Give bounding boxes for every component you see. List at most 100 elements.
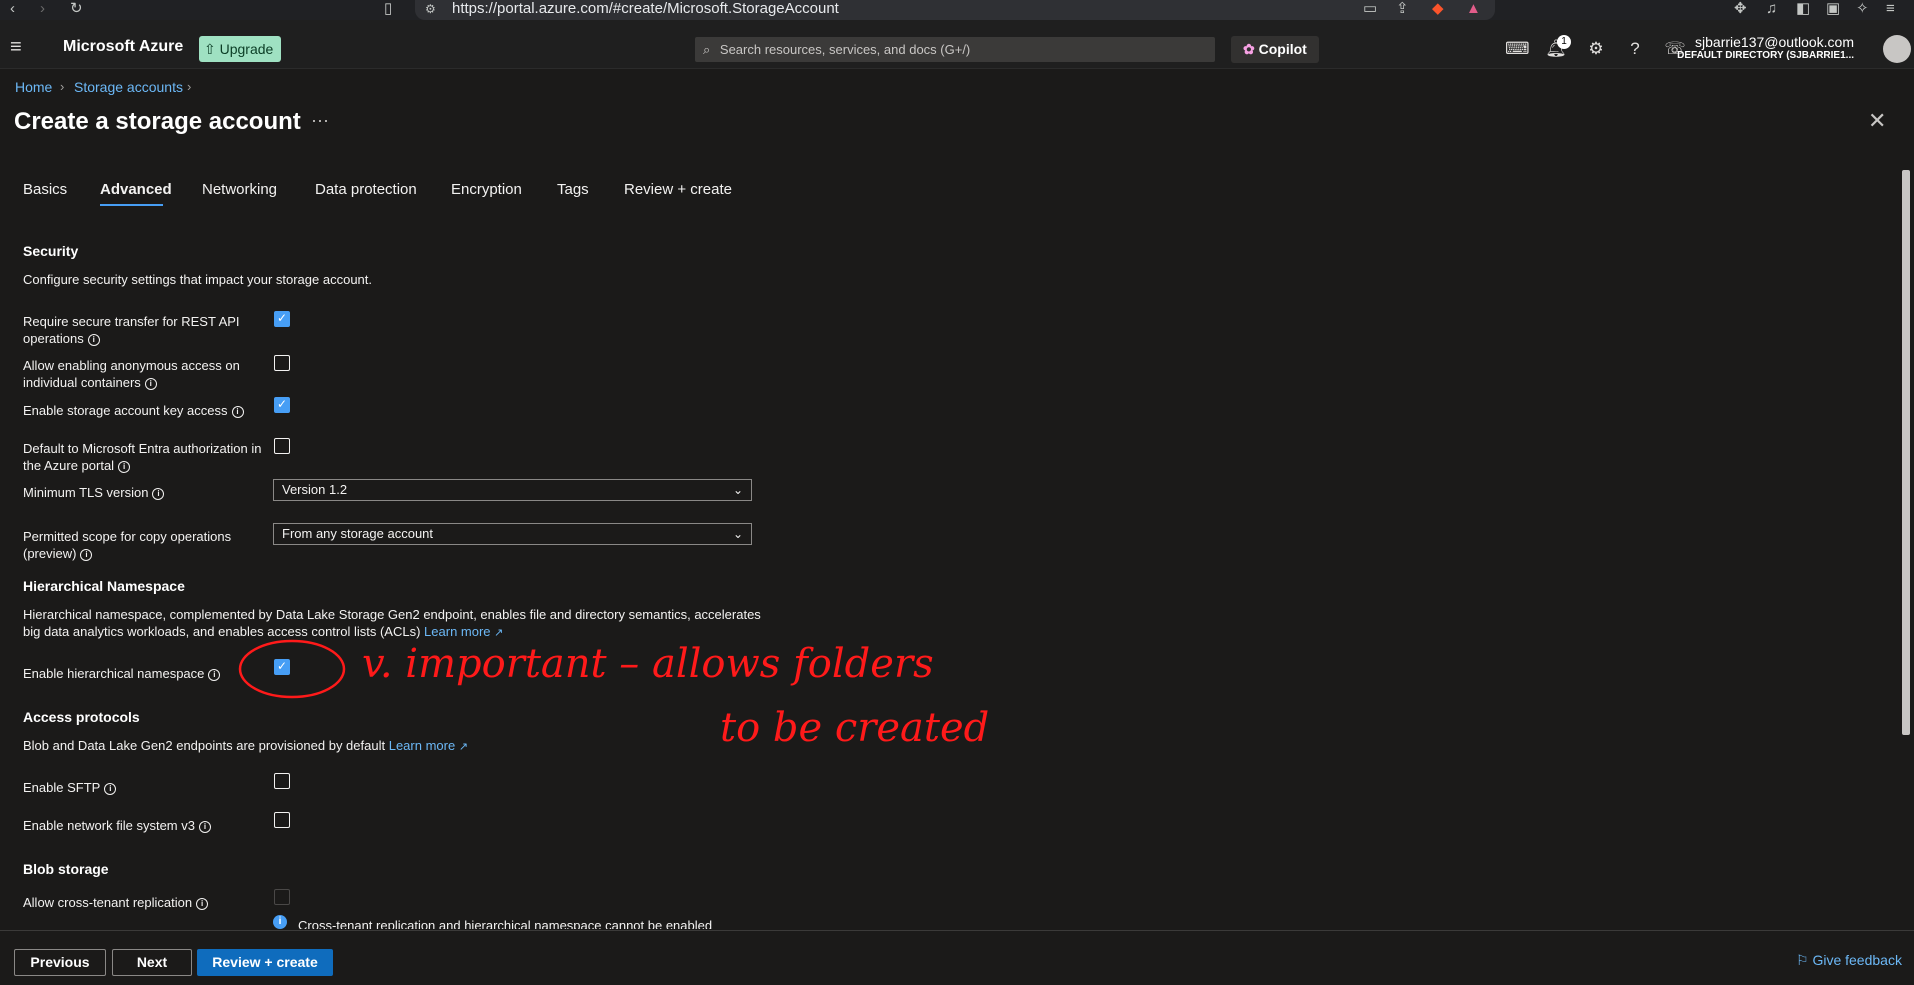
cross-tenant-info-text: Cross-tenant replication and hierarchica… bbox=[298, 918, 713, 929]
cross-tenant-label: Allow cross-tenant replication i bbox=[23, 894, 273, 911]
breadcrumb-home[interactable]: Home bbox=[15, 79, 52, 95]
tab-tags[interactable]: Tags bbox=[557, 181, 589, 198]
info-icon[interactable]: i bbox=[144, 377, 157, 390]
breadcrumb-separator-icon: › bbox=[60, 79, 65, 94]
access-description-block: Blob and Data Lake Gen2 endpoints are pr… bbox=[23, 737, 723, 756]
account-info[interactable]: sjbarrie137@outlook.com DEFAULT DIRECTOR… bbox=[1677, 34, 1854, 61]
reload-icon[interactable]: ↻ bbox=[70, 0, 83, 18]
cast-icon[interactable]: ▭ bbox=[1363, 0, 1377, 18]
cloud-shell-icon[interactable]: ⌨ bbox=[1505, 39, 1530, 59]
nfs-checkbox[interactable] bbox=[274, 812, 290, 828]
tab-data-protection[interactable]: Data protection bbox=[315, 181, 417, 198]
info-icon[interactable]: i bbox=[231, 405, 244, 418]
tab-review-create[interactable]: Review + create bbox=[624, 181, 732, 198]
info-icon[interactable]: i bbox=[152, 487, 165, 500]
active-tab-indicator bbox=[100, 204, 163, 206]
leo-ai-icon[interactable]: ✧ bbox=[1856, 0, 1869, 18]
copilot-button[interactable]: ✿ Copilot bbox=[1231, 36, 1319, 63]
search-box[interactable]: ⌕ Search resources, services, and docs (… bbox=[695, 37, 1215, 62]
info-icon[interactable]: i bbox=[208, 668, 221, 681]
hns-description: Hierarchical namespace, complemented by … bbox=[23, 607, 761, 639]
cross-tenant-checkbox bbox=[274, 889, 290, 905]
sftp-checkbox[interactable] bbox=[274, 773, 290, 789]
entra-auth-checkbox[interactable] bbox=[274, 438, 290, 454]
access-description: Blob and Data Lake Gen2 endpoints are pr… bbox=[23, 738, 386, 753]
nfs-text: Enable network file system v3 bbox=[23, 818, 195, 833]
extensions-icon[interactable]: ✥ bbox=[1734, 0, 1747, 18]
tab-encryption[interactable]: Encryption bbox=[451, 181, 522, 198]
next-button[interactable]: Next bbox=[112, 949, 192, 976]
forward-icon[interactable]: › bbox=[40, 0, 45, 18]
bookmark-icon[interactable]: ▯ bbox=[384, 0, 392, 18]
help-icon[interactable]: ? bbox=[1624, 39, 1646, 59]
back-icon[interactable]: ‹ bbox=[10, 0, 15, 18]
annotation-circle bbox=[238, 639, 346, 699]
secure-transfer-text: Require secure transfer for REST API ope… bbox=[23, 314, 240, 346]
sftp-label: Enable SFTP i bbox=[23, 779, 273, 796]
copy-scope-text: Permitted scope for copy operations (pre… bbox=[23, 529, 232, 561]
info-icon[interactable]: i bbox=[198, 820, 211, 833]
avatar[interactable] bbox=[1883, 35, 1911, 63]
chevron-down-icon: ⌄ bbox=[732, 483, 743, 497]
brand-name[interactable]: Microsoft Azure bbox=[63, 38, 183, 56]
hns-enable-text: Enable hierarchical namespace bbox=[23, 666, 205, 681]
info-icon[interactable]: i bbox=[118, 460, 131, 473]
site-settings-icon[interactable]: ⚙ bbox=[425, 0, 436, 18]
hns-learn-more-link[interactable]: Learn more bbox=[424, 624, 490, 639]
chevron-down-icon: ⌄ bbox=[732, 527, 743, 541]
brave-shield-icon[interactable]: ◆ bbox=[1432, 0, 1444, 18]
wallet-icon[interactable]: ▣ bbox=[1826, 0, 1840, 18]
security-description: Configure security settings that impact … bbox=[23, 272, 373, 287]
copilot-icon: ✿ bbox=[1243, 41, 1255, 57]
copy-scope-dropdown[interactable]: From any storage account ⌄ bbox=[273, 523, 752, 545]
hns-description-block: Hierarchical namespace, complemented by … bbox=[23, 606, 763, 642]
user-directory: DEFAULT DIRECTORY (SJBARRIE1... bbox=[1677, 50, 1854, 61]
tls-version-value: Version 1.2 bbox=[282, 482, 348, 497]
info-icon[interactable]: i bbox=[80, 548, 93, 561]
menu-icon[interactable]: ≡ bbox=[1886, 0, 1895, 18]
tab-basics[interactable]: Basics bbox=[23, 181, 67, 198]
upgrade-arrow-icon: ⇧ bbox=[204, 41, 216, 57]
user-email: sjbarrie137@outlook.com bbox=[1695, 34, 1854, 50]
key-access-label: Enable storage account key access i bbox=[23, 402, 273, 419]
breadcrumb-storage-accounts[interactable]: Storage accounts bbox=[74, 79, 183, 95]
scrollbar-thumb[interactable] bbox=[1902, 170, 1910, 735]
tab-advanced[interactable]: Advanced bbox=[100, 181, 172, 198]
url-text[interactable]: https://portal.azure.com/#create/Microso… bbox=[452, 0, 839, 18]
secure-transfer-checkbox[interactable] bbox=[274, 311, 290, 327]
hns-heading: Hierarchical Namespace bbox=[23, 578, 185, 594]
key-access-checkbox[interactable] bbox=[274, 397, 290, 413]
tls-version-dropdown[interactable]: Version 1.2 ⌄ bbox=[273, 479, 752, 501]
access-heading: Access protocols bbox=[23, 709, 140, 725]
give-feedback-text: Give feedback bbox=[1812, 952, 1902, 968]
give-feedback-link[interactable]: ⚐ Give feedback bbox=[1796, 952, 1902, 969]
info-icon[interactable]: i bbox=[104, 782, 117, 795]
brave-rewards-icon[interactable]: ▲ bbox=[1466, 0, 1481, 18]
tab-networking[interactable]: Networking bbox=[202, 181, 277, 198]
access-learn-more-link[interactable]: Learn more bbox=[389, 738, 455, 753]
hamburger-icon[interactable]: ≡ bbox=[10, 36, 22, 59]
entra-auth-label: Default to Microsoft Entra authorization… bbox=[23, 440, 268, 474]
settings-icon[interactable]: ⚙ bbox=[1585, 39, 1607, 59]
annotation-line-2: to be created bbox=[720, 705, 990, 751]
anonymous-access-label: Allow enabling anonymous access on indiv… bbox=[23, 357, 253, 391]
sidebar-icon[interactable]: ◧ bbox=[1796, 0, 1810, 18]
sftp-text: Enable SFTP bbox=[23, 780, 101, 795]
notification-badge: 1 bbox=[1557, 35, 1571, 49]
close-icon[interactable]: ✕ bbox=[1868, 108, 1886, 134]
anonymous-access-checkbox[interactable] bbox=[274, 355, 290, 371]
copy-scope-value: From any storage account bbox=[282, 526, 434, 541]
info-icon[interactable]: i bbox=[196, 897, 209, 910]
share-icon[interactable]: ⇪ bbox=[1396, 0, 1409, 18]
search-icon: ⌕ bbox=[703, 42, 711, 57]
security-heading: Security bbox=[23, 243, 79, 259]
review-create-button[interactable]: Review + create bbox=[197, 949, 333, 976]
info-icon[interactable]: i bbox=[87, 333, 100, 346]
media-icon[interactable]: ♫ bbox=[1766, 0, 1777, 18]
info-circle-icon: i bbox=[273, 915, 287, 929]
secure-transfer-label: Require secure transfer for REST API ope… bbox=[23, 313, 253, 347]
more-options-icon[interactable]: ··· bbox=[311, 110, 329, 131]
tls-label: Minimum TLS version i bbox=[23, 484, 273, 501]
upgrade-button[interactable]: ⇧ Upgrade bbox=[199, 36, 281, 62]
previous-button[interactable]: Previous bbox=[14, 949, 106, 976]
